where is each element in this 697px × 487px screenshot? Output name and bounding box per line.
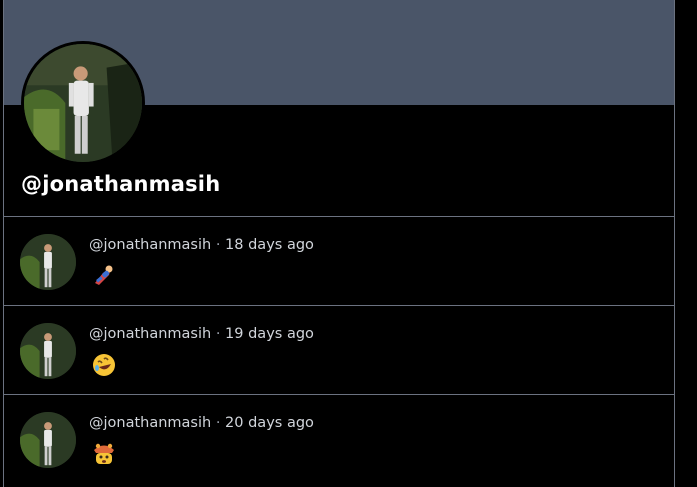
rofl-icon [91,352,117,378]
post-item[interactable]: @jonathanmasih · 18 days ago [4,216,674,306]
post-meta: @jonathanmasih · 19 days ago [89,326,314,342]
exploding-head-icon [91,441,117,467]
post-author[interactable]: @jonathanmasih [89,415,211,431]
profile-column: @jonathanmasih @jonathanmasih · 18 days … [3,0,675,487]
profile-handle: @jonathanmasih [21,172,221,196]
post-author[interactable]: @jonathanmasih [89,237,211,253]
superhero-icon [91,263,117,289]
meta-separator: · [215,326,221,342]
profile-avatar[interactable] [21,41,145,165]
meta-separator: · [215,415,221,431]
post-item[interactable]: @jonathanmasih · 20 days ago [4,394,674,484]
post-author[interactable]: @jonathanmasih [89,326,211,342]
post-avatar[interactable] [20,412,76,468]
post-timestamp: 18 days ago [225,237,314,253]
post-meta: @jonathanmasih · 20 days ago [89,415,314,431]
post-item[interactable]: @jonathanmasih · 19 days ago [4,305,674,395]
post-avatar[interactable] [20,234,76,290]
post-timestamp: 19 days ago [225,326,314,342]
post-avatar[interactable] [20,323,76,379]
post-meta: @jonathanmasih · 18 days ago [89,237,314,253]
post-timestamp: 20 days ago [225,415,314,431]
meta-separator: · [215,237,221,253]
